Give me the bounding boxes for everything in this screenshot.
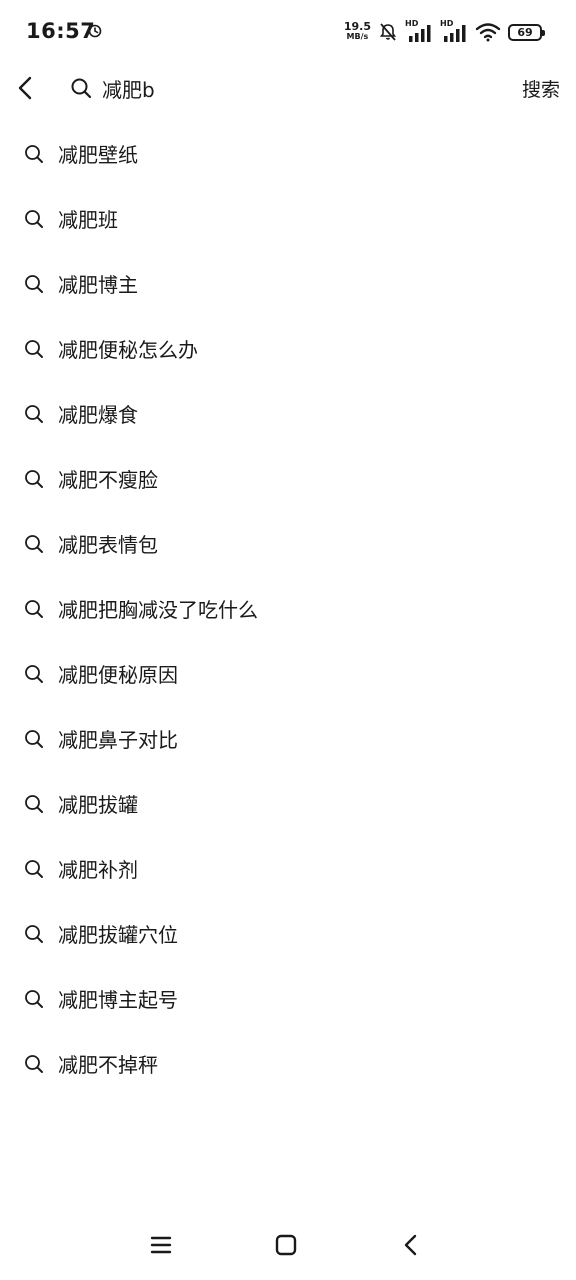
suggestion-text: 减肥不瘦脸 xyxy=(58,468,158,492)
search-icon xyxy=(25,534,43,553)
suggestion-text: 减肥博主起号 xyxy=(58,988,178,1012)
network-speed-value: 19.5 xyxy=(343,20,371,33)
suggestion-item[interactable]: 减肥鼻子对比 xyxy=(0,706,576,771)
sim1-signal-icon: HD xyxy=(405,19,433,43)
suggestion-text: 减肥拔罐 xyxy=(58,793,138,817)
alarm-icon xyxy=(88,24,102,38)
search-icon xyxy=(25,469,43,488)
wifi-icon xyxy=(475,23,501,42)
suggestion-item[interactable]: 减肥拔罐 xyxy=(0,771,576,836)
menu-icon xyxy=(150,1236,172,1254)
suggestion-item[interactable]: 减肥博主 xyxy=(0,251,576,316)
suggestion-text: 减肥便秘怎么办 xyxy=(58,338,198,362)
nav-back-button[interactable] xyxy=(396,1230,426,1260)
suggestion-item[interactable]: 减肥拔罐穴位 xyxy=(0,901,576,966)
suggestion-text: 减肥博主 xyxy=(58,273,138,297)
chevron-left-icon xyxy=(18,76,32,100)
suggestion-text: 减肥把胸减没了吃什么 xyxy=(58,598,258,622)
nav-menu-button[interactable] xyxy=(146,1230,176,1260)
suggestion-item[interactable]: 减肥便秘原因 xyxy=(0,641,576,706)
search-icon xyxy=(71,78,92,99)
search-icon xyxy=(25,144,43,163)
search-icon xyxy=(25,794,43,813)
battery-level: 69 xyxy=(517,25,533,39)
suggestion-item[interactable]: 减肥爆食 xyxy=(0,381,576,446)
status-bar: 16:57 19.5 MB/s HD HD 69 xyxy=(0,0,576,64)
status-icons: 19.5 MB/s HD HD 69 xyxy=(343,19,545,44)
nav-home-button[interactable] xyxy=(271,1230,301,1260)
suggestion-item[interactable]: 减肥便秘怎么办 xyxy=(0,316,576,381)
suggestion-item[interactable]: 减肥补剂 xyxy=(0,836,576,901)
back-button[interactable] xyxy=(10,72,42,104)
search-icon xyxy=(25,274,43,293)
search-icon xyxy=(25,664,43,683)
search-input[interactable]: 减肥b xyxy=(70,70,490,106)
search-header: 减肥b 搜索 xyxy=(0,64,576,112)
suggestion-item[interactable]: 减肥表情包 xyxy=(0,511,576,576)
search-icon xyxy=(25,1054,43,1073)
search-submit-button[interactable]: 搜索 xyxy=(522,75,560,102)
suggestion-text: 减肥表情包 xyxy=(58,533,158,557)
suggestion-text: 减肥爆食 xyxy=(58,403,138,427)
suggestion-item[interactable]: 减肥壁纸 xyxy=(0,121,576,186)
back-triangle-icon xyxy=(404,1234,417,1256)
suggestion-text: 减肥补剂 xyxy=(58,858,138,882)
suggestion-text: 减肥便秘原因 xyxy=(58,663,178,687)
suggestion-item[interactable]: 减肥博主起号 xyxy=(0,966,576,1031)
suggestion-text: 减肥不掉秤 xyxy=(58,1053,158,1077)
suggestion-item[interactable]: 减肥不瘦脸 xyxy=(0,446,576,511)
search-icon xyxy=(25,209,43,228)
search-icon xyxy=(25,404,43,423)
system-nav-bar xyxy=(0,1208,576,1280)
sim2-signal-icon: HD xyxy=(440,19,468,43)
suggestion-list: 减肥壁纸 减肥班 减肥博主 减肥便秘怎么办 减肥爆食 减肥不瘦脸 减肥表情包 减… xyxy=(0,121,576,1096)
search-icon xyxy=(25,924,43,943)
search-icon xyxy=(25,859,43,878)
square-home-icon xyxy=(275,1234,297,1256)
suggestion-text: 减肥壁纸 xyxy=(58,143,138,167)
suggestion-text: 减肥班 xyxy=(58,208,118,232)
suggestion-item[interactable]: 减肥班 xyxy=(0,186,576,251)
suggestion-item[interactable]: 减肥把胸减没了吃什么 xyxy=(0,576,576,641)
suggestion-text: 减肥拔罐穴位 xyxy=(58,923,178,947)
search-icon xyxy=(25,989,43,1008)
status-time: 16:57 xyxy=(26,19,96,43)
suggestion-text: 减肥鼻子对比 xyxy=(58,728,178,752)
network-speed-unit: MB/s xyxy=(346,32,369,41)
suggestion-item[interactable]: 减肥不掉秤 xyxy=(0,1031,576,1096)
search-icon xyxy=(25,339,43,358)
network-speed: 19.5 MB/s xyxy=(343,20,371,42)
mute-icon xyxy=(379,23,397,41)
search-query-text: 减肥b xyxy=(102,77,155,102)
search-icon xyxy=(25,729,43,748)
search-icon xyxy=(25,599,43,618)
battery-icon: 69 xyxy=(508,23,545,41)
